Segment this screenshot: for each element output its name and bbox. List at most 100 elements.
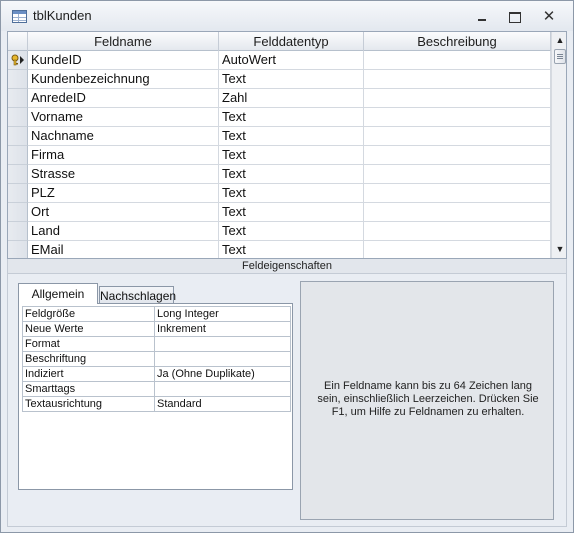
property-value[interactable]: Standard	[154, 396, 291, 412]
field-description-cell[interactable]	[364, 241, 551, 258]
window-title: tblKunden	[33, 8, 92, 23]
scroll-up-arrow-icon[interactable]: ▲	[553, 33, 566, 48]
field-properties-pane: Allgemein Nachschlagen Feldgröße Long Int…	[7, 274, 567, 527]
property-label: Format	[22, 336, 155, 352]
row-selector[interactable]	[8, 203, 28, 222]
field-type-cell[interactable]: Text	[219, 108, 364, 127]
property-label: Indiziert	[22, 366, 155, 382]
field-row[interactable]: EMail Text	[8, 241, 551, 258]
field-type-cell[interactable]: Zahl	[219, 89, 364, 108]
field-description-cell[interactable]	[364, 203, 551, 222]
vertical-scrollbar[interactable]: ▲ ▼	[551, 32, 566, 258]
field-name-cell[interactable]: Land	[28, 222, 219, 241]
field-row[interactable]: AnredeID Zahl	[8, 89, 551, 108]
row-selector[interactable]	[8, 89, 28, 108]
field-row[interactable]: Kundenbezeichnung Text	[8, 70, 551, 89]
property-value[interactable]: Inkrement	[154, 321, 291, 337]
field-name-cell[interactable]: Ort	[28, 203, 219, 222]
field-row[interactable]: Strasse Text	[8, 165, 551, 184]
field-type-cell[interactable]: Text	[219, 203, 364, 222]
field-type-cell[interactable]: Text	[219, 146, 364, 165]
property-label: Textausrichtung	[22, 396, 155, 412]
field-name-cell[interactable]: KundeID	[28, 51, 219, 70]
column-header-feldname[interactable]: Feldname	[28, 32, 219, 51]
grid-header: Feldname Felddatentyp Beschreibung	[8, 32, 551, 51]
field-description-cell[interactable]	[364, 127, 551, 146]
property-row[interactable]: Textausrichtung Standard	[22, 396, 291, 412]
field-name-cell[interactable]: Kundenbezeichnung	[28, 70, 219, 89]
property-label: Neue Werte	[22, 321, 155, 337]
field-description-cell[interactable]	[364, 165, 551, 184]
property-value[interactable]	[154, 336, 291, 352]
property-value[interactable]: Ja (Ohne Duplikate)	[154, 366, 291, 382]
help-text: Ein Feldname kann bis zu 64 Zeichen lang…	[317, 380, 539, 418]
field-type-cell[interactable]: Text	[219, 127, 364, 146]
field-name-cell[interactable]: Vorname	[28, 108, 219, 127]
close-button[interactable]: ✕	[538, 8, 560, 26]
row-selector[interactable]	[8, 108, 28, 127]
property-row[interactable]: Neue Werte Inkrement	[22, 321, 291, 337]
property-row[interactable]: Indiziert Ja (Ohne Duplikate)	[22, 366, 291, 382]
field-row[interactable]: KundeID AutoWert	[8, 51, 551, 70]
field-name-cell[interactable]: Firma	[28, 146, 219, 165]
column-header-felddatentyp[interactable]: Felddatentyp	[219, 32, 364, 51]
general-tab-panel: Feldgröße Long Integer Neue Werte Inkrement…	[18, 303, 293, 490]
field-type-cell[interactable]: Text	[219, 222, 364, 241]
column-header-beschreibung[interactable]: Beschreibung	[364, 32, 551, 51]
field-name-cell[interactable]: EMail	[28, 241, 219, 258]
row-selector[interactable]	[8, 146, 28, 165]
table-design-window: tblKunden ✕ Feldname Felddatentyp Beschr…	[0, 0, 574, 533]
scrollbar-thumb[interactable]	[554, 49, 566, 64]
field-description-cell[interactable]	[364, 89, 551, 108]
scroll-down-arrow-icon[interactable]: ▼	[553, 242, 566, 257]
property-label: Smarttags	[22, 381, 155, 397]
row-selector[interactable]	[8, 222, 28, 241]
field-type-cell[interactable]: Text	[219, 165, 364, 184]
field-name-cell[interactable]: AnredeID	[28, 89, 219, 108]
field-description-cell[interactable]	[364, 108, 551, 127]
minimize-button[interactable]	[471, 8, 493, 26]
field-name-cell[interactable]: Strasse	[28, 165, 219, 184]
property-sheet: Feldgröße Long Integer Neue Werte Inkrement…	[22, 306, 291, 412]
field-type-cell[interactable]: Text	[219, 184, 364, 203]
property-row[interactable]: Beschriftung	[22, 351, 291, 367]
field-description-cell[interactable]	[364, 51, 551, 70]
title-bar[interactable]: tblKunden ✕	[1, 1, 573, 31]
field-row[interactable]: Ort Text	[8, 203, 551, 222]
field-description-cell[interactable]	[364, 146, 551, 165]
field-description-cell[interactable]	[364, 70, 551, 89]
row-selector[interactable]	[8, 184, 28, 203]
field-row[interactable]: Land Text	[8, 222, 551, 241]
field-row[interactable]: Nachname Text	[8, 127, 551, 146]
row-selector[interactable]	[8, 51, 28, 70]
field-type-cell[interactable]: Text	[219, 70, 364, 89]
property-value[interactable]	[154, 381, 291, 397]
row-selector[interactable]	[8, 70, 28, 89]
help-box: Ein Feldname kann bis zu 64 Zeichen lang…	[300, 281, 554, 520]
property-row[interactable]: Format	[22, 336, 291, 352]
maximize-button[interactable]	[503, 8, 525, 26]
field-row[interactable]: Firma Text	[8, 146, 551, 165]
select-all-corner[interactable]	[8, 32, 28, 51]
row-selector[interactable]	[8, 127, 28, 146]
field-name-cell[interactable]: Nachname	[28, 127, 219, 146]
property-label: Feldgröße	[22, 306, 155, 322]
field-row[interactable]: Vorname Text	[8, 108, 551, 127]
row-selector[interactable]	[8, 165, 28, 184]
property-label: Beschriftung	[22, 351, 155, 367]
field-name-cell[interactable]: PLZ	[28, 184, 219, 203]
row-selector[interactable]	[8, 241, 28, 258]
tab-allgemein[interactable]: Allgemein	[18, 283, 98, 304]
field-properties-label: Feldeigenschaften	[7, 259, 567, 274]
field-type-cell[interactable]: AutoWert	[219, 51, 364, 70]
field-grid: Feldname Felddatentyp Beschreibung Kunde…	[7, 31, 567, 259]
field-description-cell[interactable]	[364, 222, 551, 241]
primary-key-icon	[11, 54, 24, 66]
field-description-cell[interactable]	[364, 184, 551, 203]
field-type-cell[interactable]: Text	[219, 241, 364, 258]
property-value[interactable]: Long Integer	[154, 306, 291, 322]
property-row[interactable]: Smarttags	[22, 381, 291, 397]
property-value[interactable]	[154, 351, 291, 367]
property-row[interactable]: Feldgröße Long Integer	[22, 306, 291, 322]
field-row[interactable]: PLZ Text	[8, 184, 551, 203]
